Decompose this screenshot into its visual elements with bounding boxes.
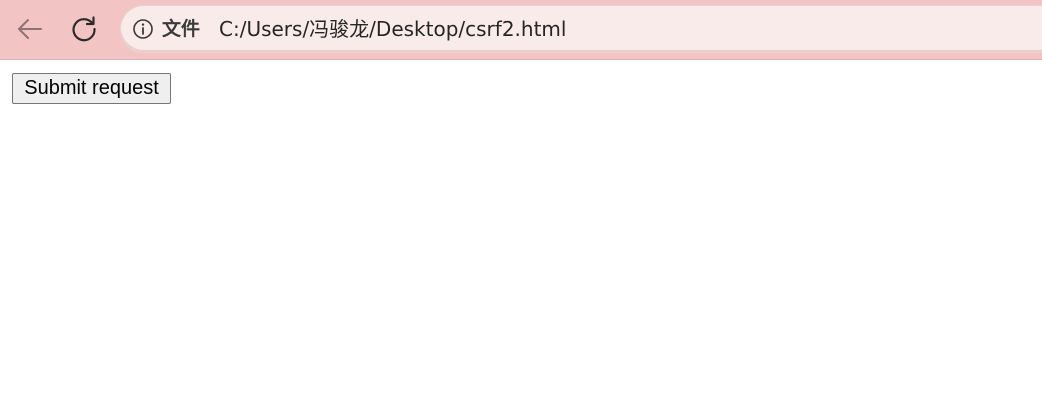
back-arrow-icon <box>18 19 42 39</box>
reload-button[interactable] <box>65 10 103 48</box>
reload-icon <box>72 16 96 42</box>
url-text[interactable]: C:/Users/冯骏龙/Desktop/csrf2.html <box>219 18 566 40</box>
address-bar[interactable]: 文件 C:/Users/冯骏龙/Desktop/csrf2.html <box>121 6 1042 52</box>
submit-request-button[interactable]: Submit request <box>12 73 171 104</box>
scheme-label: 文件 <box>162 18 201 40</box>
back-button[interactable] <box>11 10 49 48</box>
info-icon[interactable] <box>132 18 154 40</box>
browser-toolbar: 文件 C:/Users/冯骏龙/Desktop/csrf2.html <box>0 0 1042 60</box>
